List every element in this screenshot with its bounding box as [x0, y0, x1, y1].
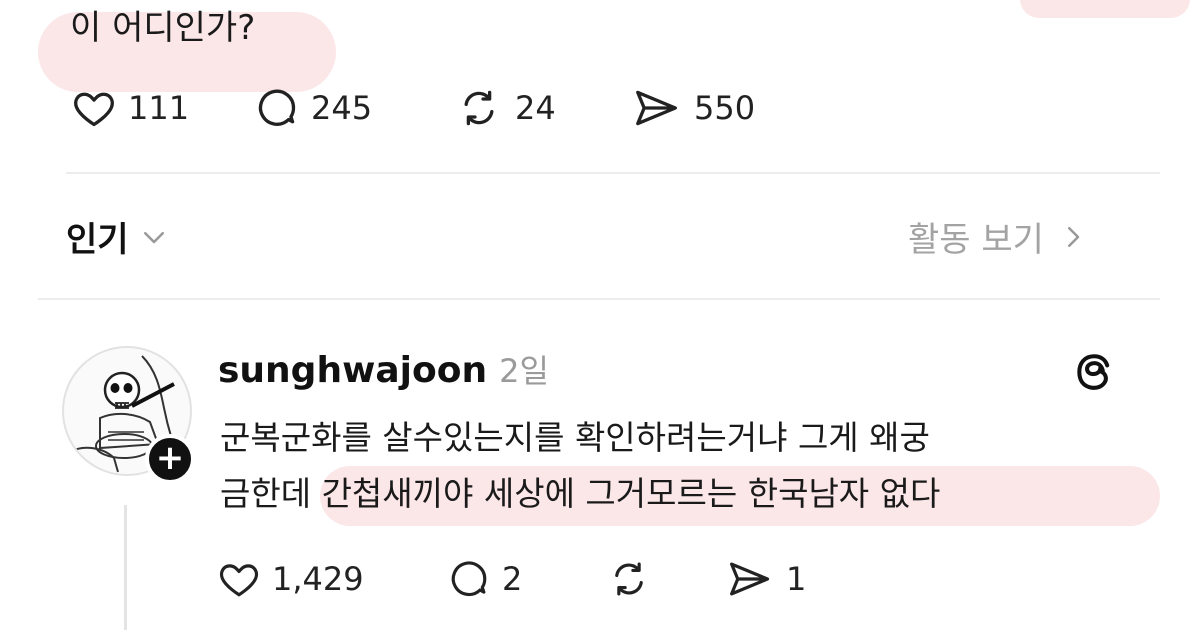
thread-line: [124, 505, 127, 630]
repost-icon: [464, 90, 494, 126]
repost-button[interactable]: 24: [455, 86, 556, 130]
divider-bottom: [38, 298, 1160, 300]
like-count: 111: [128, 89, 190, 127]
like-button[interactable]: 111: [72, 86, 189, 130]
share-icon: [730, 562, 770, 596]
share-icon: [636, 90, 677, 126]
timestamp: 2일: [499, 352, 549, 390]
heart-icon: [219, 564, 259, 597]
heart-icon: [74, 92, 114, 127]
reply-button[interactable]: 245: [255, 86, 372, 130]
comment-line-2: 금한데 간첩새끼야 세상에 그거모르는 한국남자 없다: [220, 474, 941, 513]
sort-dropdown[interactable]: 인기: [66, 212, 169, 261]
sort-label: 인기: [66, 220, 129, 260]
chevron-right-icon: [1067, 226, 1080, 247]
share-count: 550: [694, 89, 756, 127]
comment-reply-button[interactable]: 2: [448, 558, 522, 600]
comment-like-button[interactable]: 1,429: [218, 558, 364, 600]
reply-count: 245: [311, 89, 373, 127]
activity-label: 활동 보기: [908, 220, 1044, 260]
comment-like-count: 1,429: [272, 560, 364, 598]
comment-header: sunghwajoon 2일: [218, 346, 549, 392]
chevron-down-icon: [143, 231, 164, 243]
divider-top: [66, 172, 1160, 174]
comment-icon: [258, 89, 296, 126]
post-text: 이 어디인가?: [70, 8, 256, 48]
threads-logo[interactable]: [1072, 350, 1116, 398]
comment-share-count: 1: [786, 560, 807, 598]
repost-icon: [615, 562, 643, 596]
username[interactable]: sunghwajoon: [218, 350, 487, 391]
comment-repost-button[interactable]: [606, 558, 652, 600]
threads-icon: [1077, 354, 1110, 390]
share-button[interactable]: 550: [632, 86, 755, 130]
repost-count: 24: [515, 89, 556, 127]
follow-plus-button[interactable]: +: [145, 434, 195, 484]
comment-icon: [451, 561, 487, 597]
comment-line-1: 군복군화를 살수있는지를 확인하려는거냐 그게 왜궁: [220, 418, 930, 457]
comment-share-button[interactable]: 1: [726, 558, 806, 600]
activity-link[interactable]: 활동 보기: [908, 212, 1088, 261]
highlight-top-right: [1020, 0, 1190, 18]
comment-reply-count: 2: [502, 560, 523, 598]
